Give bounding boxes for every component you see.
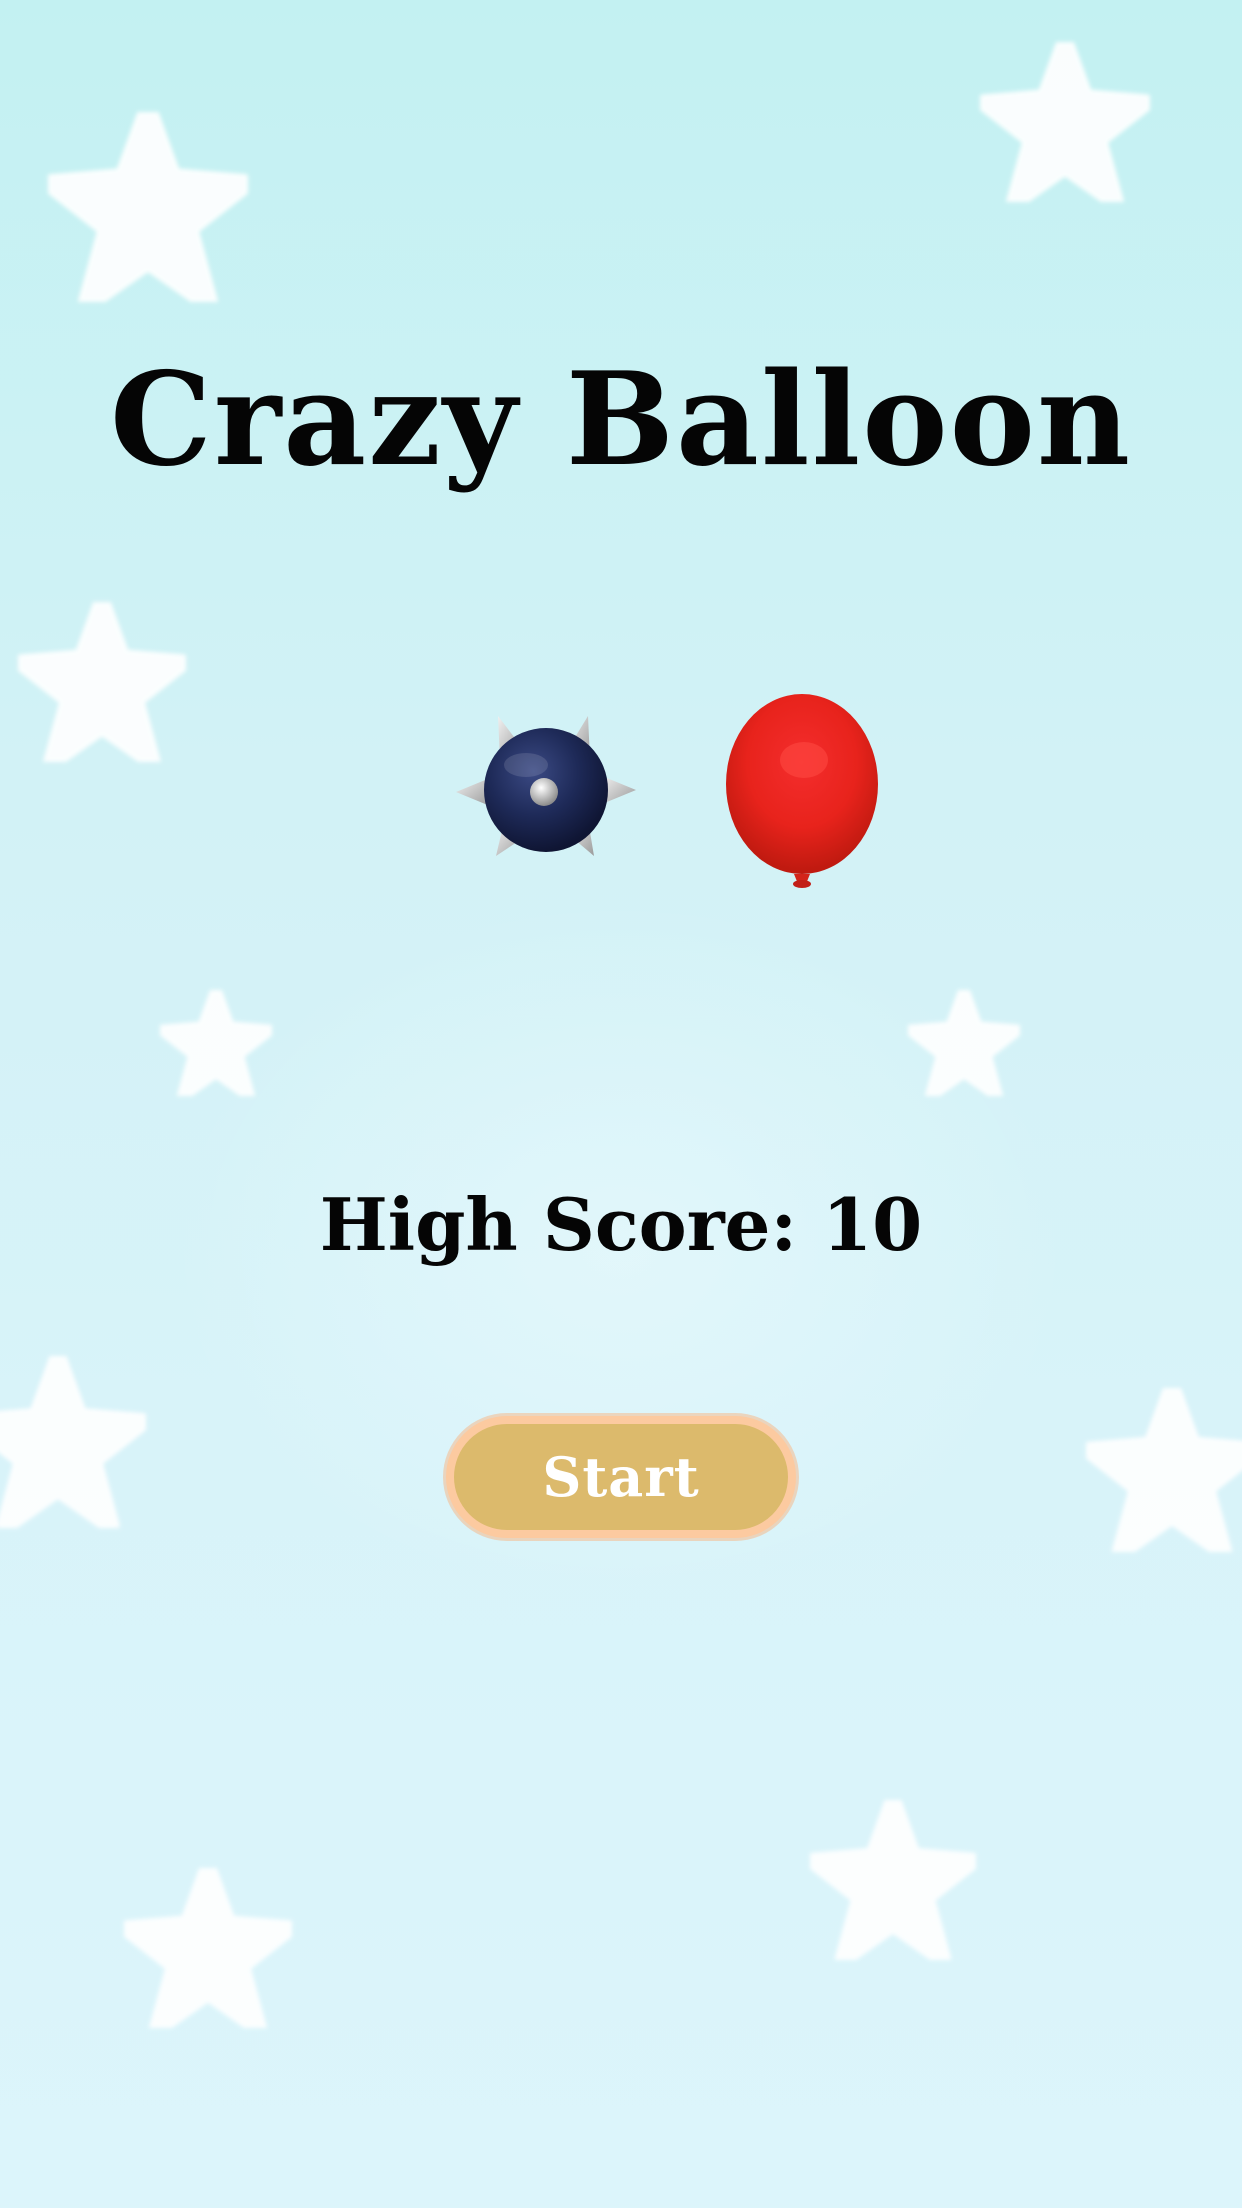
spiked-mine-icon bbox=[456, 716, 636, 856]
star-icon bbox=[18, 602, 186, 762]
red-balloon-icon bbox=[726, 694, 878, 888]
high-score-label: High Score: 10 bbox=[319, 1182, 923, 1267]
star-icon bbox=[1086, 1388, 1242, 1552]
start-button-label: Start bbox=[542, 1445, 700, 1509]
star-icon bbox=[0, 1356, 146, 1528]
star-icon bbox=[980, 42, 1150, 202]
game-screen: Crazy Balloon High Score: 10 Start bbox=[0, 0, 1242, 2208]
star-icon bbox=[124, 1868, 292, 2028]
star-icon bbox=[48, 112, 248, 302]
game-title: Crazy Balloon bbox=[109, 345, 1133, 495]
star-icon bbox=[908, 990, 1020, 1096]
star-icon bbox=[160, 990, 272, 1096]
start-button[interactable]: Start bbox=[446, 1416, 796, 1538]
star-icon bbox=[810, 1800, 976, 1960]
